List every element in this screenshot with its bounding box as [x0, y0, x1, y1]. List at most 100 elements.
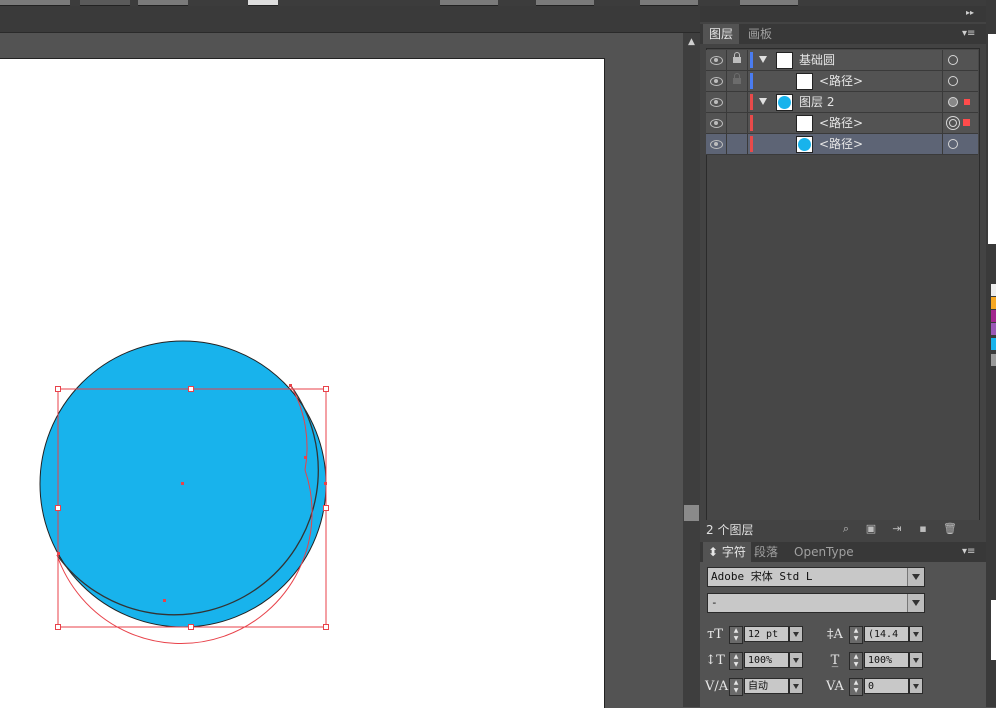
- lock-toggle[interactable]: [727, 71, 748, 91]
- scroll-up-icon[interactable]: ▲: [683, 36, 700, 48]
- leading-icon: ‡A: [827, 627, 843, 642]
- vertical-scale-icon: ↕T: [705, 653, 725, 668]
- horizontal-scale-field[interactable]: 100%: [864, 652, 909, 668]
- eye-icon: [710, 56, 723, 65]
- layer-color-bar: [750, 73, 753, 89]
- target-ring-icon: [948, 76, 958, 86]
- visibility-toggle[interactable]: [706, 71, 727, 91]
- new-sublayer-icon[interactable]: ⇥: [891, 523, 903, 535]
- layer-row[interactable]: <路径>: [706, 113, 978, 134]
- artwork[interactable]: [0, 0, 683, 707]
- tab-opentype[interactable]: OpenType: [789, 542, 859, 562]
- target-toggle[interactable]: [942, 71, 978, 91]
- collapse-panels-icon[interactable]: ▸▸: [966, 8, 982, 20]
- lock-toggle[interactable]: [727, 134, 748, 154]
- chevron-down-icon[interactable]: [789, 678, 803, 694]
- layer-color-bar: [750, 52, 753, 68]
- font-size-field[interactable]: 12 pt: [744, 626, 789, 642]
- swatch[interactable]: [991, 338, 996, 350]
- chevron-down-icon[interactable]: [909, 652, 923, 668]
- locate-icon[interactable]: ⌕: [840, 523, 852, 535]
- expand-triangle-icon[interactable]: [759, 98, 767, 105]
- scrollbar-thumb[interactable]: [684, 505, 699, 521]
- layer-thumbnail: [796, 73, 813, 90]
- font-size-stepper[interactable]: ▲ ▼: [729, 626, 743, 644]
- target-toggle[interactable]: [942, 92, 978, 112]
- tab-paragraph[interactable]: 段落: [749, 542, 783, 562]
- tab-character-label: ⬍: [708, 545, 722, 559]
- swatch[interactable]: [991, 310, 996, 322]
- visibility-toggle[interactable]: [706, 113, 727, 133]
- lock-toggle[interactable]: [727, 50, 748, 70]
- chevron-down-icon[interactable]: [909, 626, 923, 642]
- font-family-select[interactable]: Adobe 宋体 Std L: [707, 567, 925, 587]
- swatch[interactable]: [991, 284, 996, 296]
- horizontal-scale-icon: T̲: [830, 653, 840, 668]
- new-layer-icon[interactable]: ▪: [917, 523, 929, 535]
- target-toggle[interactable]: [942, 50, 978, 70]
- layer-name[interactable]: 图层 2: [799, 92, 834, 112]
- visibility-toggle[interactable]: [706, 134, 727, 154]
- target-toggle[interactable]: [942, 134, 978, 154]
- lock-toggle[interactable]: [727, 92, 748, 112]
- tracking-icon: VA: [826, 679, 844, 694]
- tab-character[interactable]: ⬍ 字符: [703, 542, 751, 562]
- character-panel-menu-icon[interactable]: ▾≡: [962, 546, 975, 557]
- lock-toggle[interactable]: [727, 113, 748, 133]
- vertical-scale-stepper[interactable]: ▲ ▼: [729, 652, 743, 670]
- layers-panel-menu-icon[interactable]: ▾≡: [962, 28, 975, 39]
- layer-thumbnail: [796, 115, 813, 132]
- tracking-field[interactable]: 0: [864, 678, 909, 694]
- eye-icon: [710, 119, 723, 128]
- delete-icon[interactable]: 🗑: [943, 523, 957, 535]
- swatch[interactable]: [991, 297, 996, 309]
- visibility-toggle[interactable]: [706, 92, 727, 112]
- layer-color-bar: [750, 94, 753, 110]
- chevron-down-icon[interactable]: [789, 652, 803, 668]
- layer-name[interactable]: <路径>: [819, 134, 863, 154]
- clipping-mask-icon[interactable]: ▣: [865, 523, 877, 535]
- kerning-icon: V/A: [705, 679, 729, 694]
- tracking-stepper[interactable]: ▲ ▼: [849, 678, 863, 696]
- tab-artboards[interactable]: 画板: [742, 24, 778, 44]
- vertical-scale-field[interactable]: 100%: [744, 652, 789, 668]
- chevron-down-icon[interactable]: [907, 568, 924, 586]
- chevron-down-icon[interactable]: [789, 626, 803, 642]
- lock-icon: [733, 52, 741, 63]
- leading-field[interactable]: (14.4: [864, 626, 909, 642]
- eye-icon: [710, 98, 723, 107]
- circle-thumbnail-icon: [778, 96, 791, 109]
- chevron-down-icon[interactable]: [909, 678, 923, 694]
- vertical-scrollbar[interactable]: [683, 33, 700, 707]
- target-ring-icon: [946, 116, 960, 130]
- expand-triangle-icon[interactable]: [759, 56, 767, 63]
- layer-row[interactable]: 图层 2: [706, 92, 978, 113]
- layer-row[interactable]: 基础圆: [706, 50, 978, 71]
- swatch-preview[interactable]: [988, 34, 996, 244]
- lock-icon: [733, 73, 741, 84]
- target-ring-icon: [948, 97, 958, 107]
- layer-name[interactable]: <路径>: [819, 71, 863, 91]
- selection-indicator[interactable]: [963, 119, 970, 126]
- layer-row[interactable]: <路径>: [706, 134, 978, 155]
- kerning-field[interactable]: 自动: [744, 678, 789, 694]
- layer-row[interactable]: <路径>: [706, 71, 978, 92]
- chevron-down-icon[interactable]: [907, 594, 924, 612]
- target-toggle[interactable]: [942, 113, 978, 133]
- target-ring-icon: [948, 55, 958, 65]
- target-ring-icon: [948, 139, 958, 149]
- layer-name[interactable]: 基础圆: [799, 50, 835, 70]
- kerning-stepper[interactable]: ▲ ▼: [729, 678, 743, 696]
- swatch[interactable]: [991, 323, 996, 335]
- horizontal-scale-stepper[interactable]: ▲ ▼: [849, 652, 863, 670]
- font-style-value: -: [711, 596, 718, 609]
- circle-thumbnail-icon: [798, 138, 811, 151]
- leading-stepper[interactable]: ▲ ▼: [849, 626, 863, 644]
- visibility-toggle[interactable]: [706, 50, 727, 70]
- layer-name[interactable]: <路径>: [819, 113, 863, 133]
- font-family-value: Adobe 宋体 Std L: [711, 570, 813, 583]
- font-style-select[interactable]: -: [707, 593, 925, 613]
- swatch[interactable]: [991, 354, 996, 366]
- tab-layers[interactable]: 图层: [703, 24, 740, 44]
- selection-indicator[interactable]: [964, 99, 970, 105]
